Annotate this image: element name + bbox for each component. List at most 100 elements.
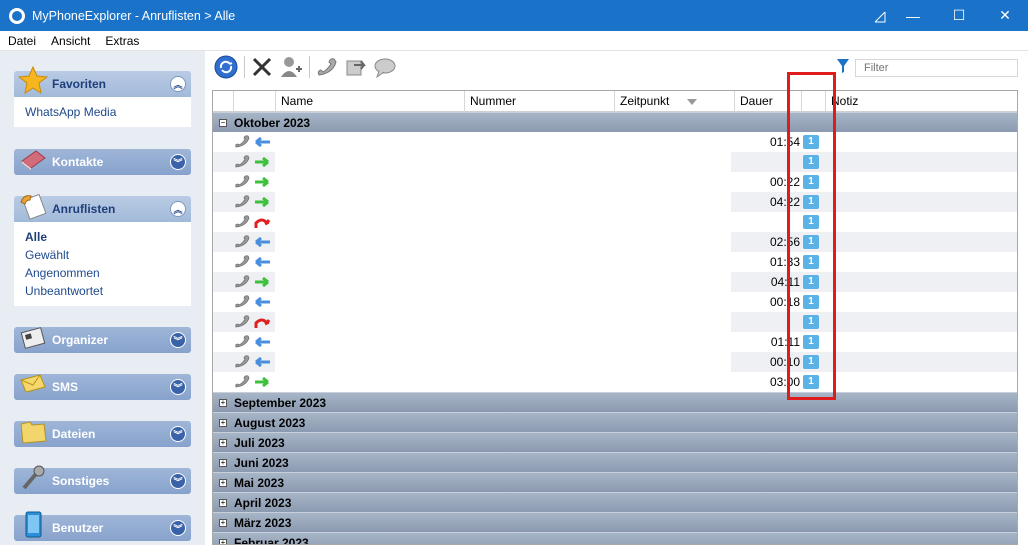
table-row[interactable]: 1 xyxy=(213,152,1017,172)
table-row[interactable]: 1 xyxy=(213,212,1017,232)
menu-extras[interactable]: Extras xyxy=(97,34,146,48)
expand-group-icon[interactable]: + xyxy=(219,418,227,427)
table-row[interactable]: 04:11 1 xyxy=(213,272,1017,292)
group-row-collapsed[interactable]: + Mai 2023 xyxy=(213,472,1017,492)
envelope-icon xyxy=(20,374,46,393)
title-bar: MyPhoneExplorer - Anruflisten > Alle — ☐… xyxy=(0,0,1028,31)
column-header-notiz[interactable]: Notiz xyxy=(825,91,1017,112)
collapse-group-icon[interactable]: − xyxy=(219,118,227,127)
expand-group-icon[interactable]: + xyxy=(219,538,227,544)
delete-button[interactable] xyxy=(248,54,275,81)
expand-kontakte-button[interactable]: ︾ xyxy=(170,154,186,170)
table-row[interactable]: 1 xyxy=(213,312,1017,332)
panel-kontakte-label: Kontakte xyxy=(52,155,104,169)
speech-bubble-icon xyxy=(374,58,395,79)
expand-benutzer-button[interactable]: ︾ xyxy=(170,520,186,536)
column-header-icons xyxy=(233,91,275,112)
call-missed-icon xyxy=(235,215,271,228)
panel-kontakte[interactable]: Kontakte ︾ xyxy=(14,149,191,175)
expand-dateien-button[interactable]: ︾ xyxy=(170,426,186,442)
table-row[interactable]: 00:18 1 xyxy=(213,292,1017,312)
panel-sms-label: SMS xyxy=(52,380,79,394)
call-outgoing-icon xyxy=(235,155,269,168)
filter-input[interactable] xyxy=(855,59,1018,77)
window-title: MyPhoneExplorer - Anruflisten > Alle xyxy=(32,8,236,23)
name-number-cell xyxy=(275,212,731,232)
add-person-icon xyxy=(280,57,302,77)
collapse-favoriten-button[interactable]: ︽ xyxy=(170,76,186,92)
name-number-cell xyxy=(275,272,731,292)
group-row-collapsed[interactable]: + September 2023 xyxy=(213,392,1017,412)
sidebar-item-unbeantwortet[interactable]: Unbeantwortet xyxy=(25,282,191,300)
sidebar-item-alle[interactable]: Alle xyxy=(25,228,191,246)
call-button[interactable] xyxy=(313,54,340,81)
expand-group-icon[interactable]: + xyxy=(219,518,227,527)
sidebar-item-whatsapp-media[interactable]: WhatsApp Media xyxy=(25,103,191,121)
add-contact-button[interactable] xyxy=(277,54,304,81)
message-button[interactable] xyxy=(371,54,398,81)
contacts-book-icon xyxy=(21,150,46,170)
expand-group-icon[interactable]: + xyxy=(219,458,227,467)
panel-dateien[interactable]: Dateien ︾ xyxy=(14,421,191,447)
expand-group-icon[interactable]: + xyxy=(219,438,227,447)
group-row-collapsed[interactable]: + August 2023 xyxy=(213,412,1017,432)
group-row-collapsed[interactable]: + Februar 2023 xyxy=(213,532,1017,545)
group-row-collapsed[interactable]: + Juni 2023 xyxy=(213,452,1017,472)
table-row[interactable]: 01:11 1 xyxy=(213,332,1017,352)
table-row[interactable]: 00:22 1 xyxy=(213,172,1017,192)
column-header-name[interactable]: Name xyxy=(275,91,464,112)
group-row-collapsed[interactable]: + Juli 2023 xyxy=(213,432,1017,452)
panel-organizer[interactable]: Organizer ︾ xyxy=(14,327,191,353)
table-row[interactable]: 01:54 1 xyxy=(213,132,1017,152)
close-button[interactable]: ✕ xyxy=(982,0,1028,31)
maximize-button[interactable]: ☐ xyxy=(936,0,982,31)
sort-down-icon xyxy=(687,99,697,105)
panel-sms[interactable]: SMS ︾ xyxy=(14,374,191,400)
group-row-collapsed[interactable]: + März 2023 xyxy=(213,512,1017,532)
favoriten-list: WhatsApp Media xyxy=(14,97,191,127)
toolbar-separator xyxy=(244,56,245,78)
sidebar-item-angenommen[interactable]: Angenommen xyxy=(25,264,191,282)
expand-organizer-button[interactable]: ︾ xyxy=(170,332,186,348)
panel-sonstiges[interactable]: Sonstiges ︾ xyxy=(14,465,191,494)
table-row[interactable]: 00:10 1 xyxy=(213,352,1017,372)
collapse-anruflisten-button[interactable]: ︽ xyxy=(170,201,186,217)
panel-benutzer[interactable]: Benutzer ︾ xyxy=(14,511,191,541)
folder-icon xyxy=(20,421,47,444)
group-label: Oktober 2023 xyxy=(234,115,311,130)
forward-arrow-icon xyxy=(346,60,366,76)
table-row[interactable]: 04:22 1 xyxy=(213,192,1017,212)
minimize-button[interactable]: — xyxy=(890,0,936,31)
expand-sonstiges-button[interactable]: ︾ xyxy=(170,473,186,489)
name-number-cell xyxy=(275,192,731,212)
sidebar-item-gewaehlt[interactable]: Gewählt xyxy=(25,246,191,264)
expand-group-icon[interactable]: + xyxy=(219,398,227,407)
group-row-expanded[interactable]: − Oktober 2023 xyxy=(213,112,1017,132)
menu-datei[interactable]: Datei xyxy=(0,34,43,48)
menu-ansicht[interactable]: Ansicht xyxy=(43,34,97,48)
name-number-cell xyxy=(275,332,731,352)
app-logo-icon xyxy=(9,7,25,24)
expand-group-icon[interactable]: + xyxy=(219,498,227,507)
group-row-collapsed[interactable]: + April 2023 xyxy=(213,492,1017,512)
name-number-cell xyxy=(275,232,731,252)
refresh-button[interactable] xyxy=(212,54,239,81)
group-label: Februar 2023 xyxy=(234,535,309,545)
call-outgoing-icon xyxy=(235,175,269,188)
call-incoming-icon xyxy=(235,235,270,248)
column-header-nummer[interactable]: Nummer xyxy=(464,91,614,112)
organizer-icon xyxy=(20,327,46,349)
panel-anruflisten[interactable]: Anruflisten ︽ xyxy=(14,193,191,222)
table-row[interactable]: 03:00 1 xyxy=(213,372,1017,392)
star-icon xyxy=(18,65,48,95)
column-header-zeitpunkt[interactable]: Zeitpunkt xyxy=(614,91,734,112)
panel-favoriten[interactable]: Favoriten ︽ xyxy=(14,65,191,97)
table-row[interactable]: 02:56 1 xyxy=(213,232,1017,252)
table-row[interactable]: 01:33 1 xyxy=(213,252,1017,272)
column-header-row: Name Nummer Zeitpunkt Dauer Notiz xyxy=(213,91,1017,112)
call-outgoing-icon xyxy=(235,275,269,288)
expand-group-icon[interactable]: + xyxy=(219,478,227,487)
forward-button[interactable] xyxy=(342,54,369,81)
sidebar: Favoriten ︽ WhatsApp Media Kontakte ︾ An… xyxy=(0,51,205,545)
expand-sms-button[interactable]: ︾ xyxy=(170,379,186,395)
